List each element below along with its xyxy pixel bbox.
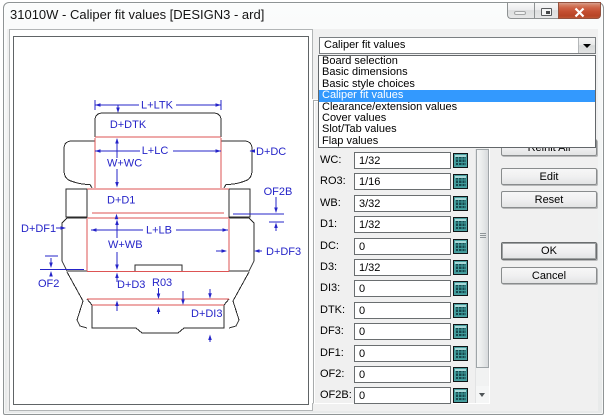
svg-text:D+DF3: D+DF3: [266, 246, 301, 258]
svg-text:L+LTK: L+LTK: [141, 100, 174, 112]
svg-text:R03: R03: [152, 277, 172, 289]
svg-text:D+D1: D+D1: [107, 195, 135, 207]
svg-text:OF2: OF2: [38, 278, 59, 290]
svg-text:D+DI3: D+DI3: [191, 308, 223, 320]
svg-text:D+DF1: D+DF1: [21, 223, 56, 235]
svg-text:L+LB: L+LB: [146, 225, 172, 237]
svg-text:D+DC: D+DC: [256, 146, 286, 158]
svg-text:W+WC: W+WC: [107, 158, 142, 170]
svg-text:L+LC: L+LC: [142, 145, 169, 157]
svg-text:OF2B: OF2B: [264, 186, 293, 198]
svg-text:D+DTK: D+DTK: [110, 119, 147, 131]
svg-text:W+WB: W+WB: [108, 239, 143, 251]
svg-text:D+D3: D+D3: [117, 279, 145, 291]
